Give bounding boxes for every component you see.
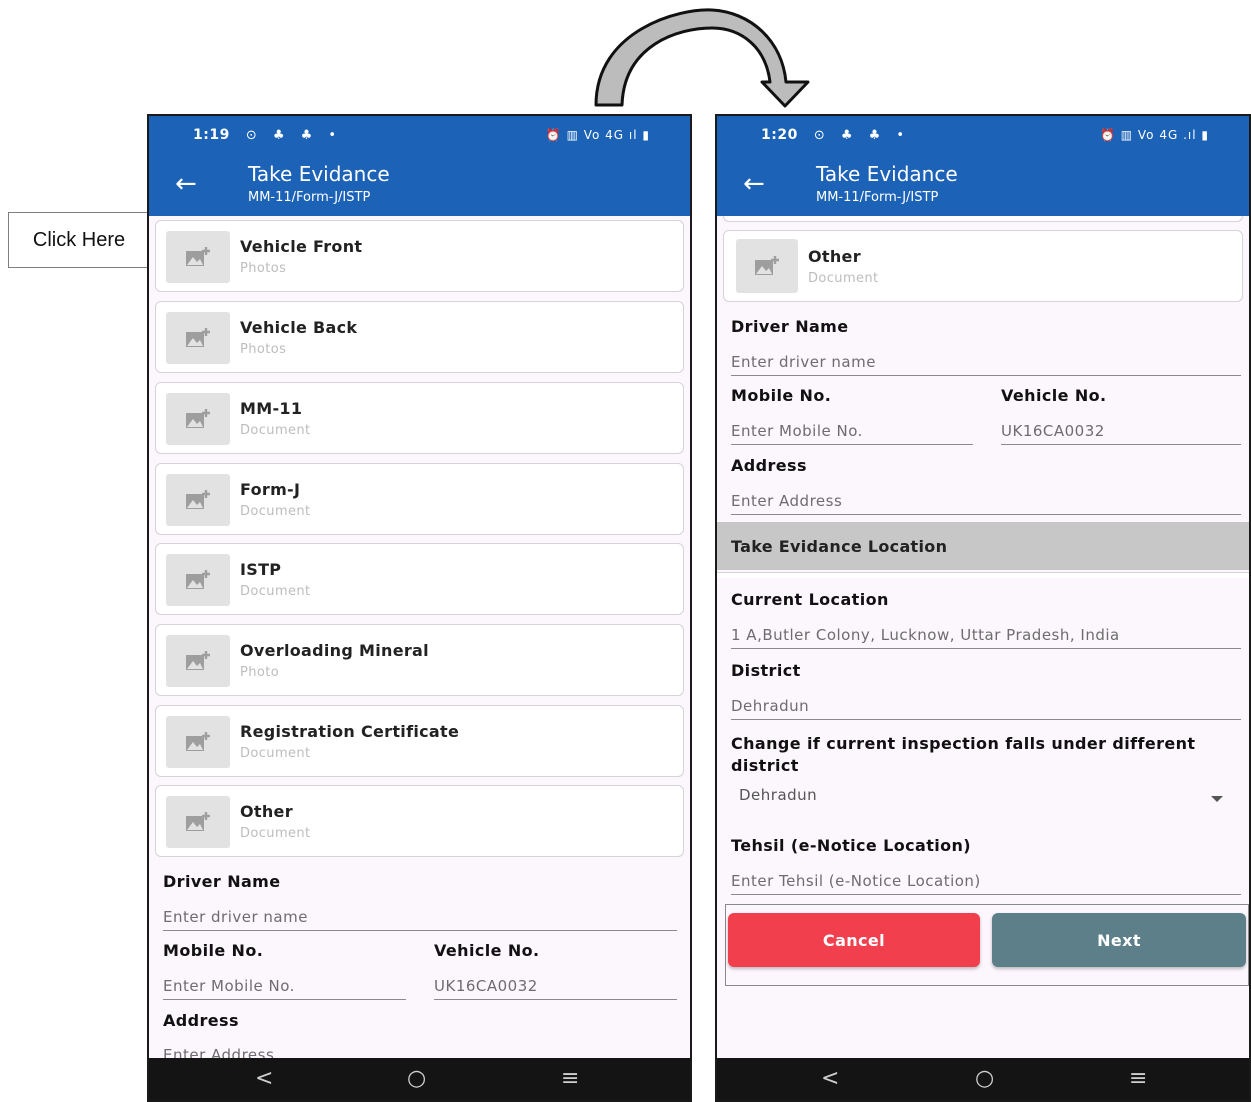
address-label: Address [163,1011,239,1030]
action-buttons-highlight: Cancel Next [725,904,1249,986]
add-image-icon[interactable] [166,231,230,283]
tehsil-input[interactable]: Enter Tehsil (e-Notice Location) [731,872,1241,895]
vehicle-label: Vehicle No. [1001,386,1107,405]
district-field[interactable]: Dehradun [731,697,1241,720]
app-bar: ← Take Evidance MM-11/Form-J/ISTP [717,154,1249,216]
phone-screen-before: 1:19 ⊙ ♣ ♣ • ⏰ ▥ Vo 4G ıl ▮ ← Take Evida… [147,114,692,1102]
add-image-icon[interactable] [166,554,230,606]
section-divider [717,572,1249,578]
status-bar: 1:19 ⊙ ♣ ♣ • ⏰ ▥ Vo 4G ıl ▮ [149,116,690,154]
card-sublabel: Photo [240,665,280,680]
notification-icons: ⊙ ♣ ♣ • [813,127,911,143]
location-section-title: Take Evidance Location [731,536,948,556]
nav-home-icon[interactable]: ○ [407,1066,426,1091]
nav-back-icon[interactable]: < [821,1066,839,1091]
address-input[interactable]: Enter Address [731,492,1241,515]
upload-card-vehicle-front[interactable]: Vehicle Front Photos [155,220,684,292]
address-label: Address [731,456,807,475]
card-label: MM-11 [240,399,303,418]
system-nav-bar: < ○ ≡ [717,1058,1249,1100]
driver-name-input[interactable]: Enter driver name [731,353,1241,376]
card-label: Registration Certificate [240,722,460,741]
card-label: Vehicle Front [240,237,363,256]
upload-card-other[interactable]: Other Document [723,230,1243,302]
card-label: Form-J [240,480,301,499]
nav-recents-icon[interactable]: ≡ [1129,1066,1147,1091]
system-icons: ⏰ ▥ Vo 4G .ıl ▮ [1100,128,1209,142]
upload-card-mm-11[interactable]: MM-11 Document [155,382,684,454]
evidence-form: Vehicle Front Photos Vehicle Back Photos… [149,216,690,1058]
driver-name-input[interactable]: Enter driver name [163,908,677,931]
driver-name-label: Driver Name [163,872,281,891]
vehicle-input[interactable]: UK16CA0032 [1001,422,1241,445]
vehicle-input[interactable]: UK16CA0032 [434,977,677,1000]
card-label: Vehicle Back [240,318,358,337]
nav-back-icon[interactable]: < [255,1066,273,1091]
phone-screen-after: 1:20 ⊙ ♣ ♣ • ⏰ ▥ Vo 4G .ıl ▮ ← Take Evid… [715,114,1251,1102]
current-location-field[interactable]: 1 A,Butler Colony, Lucknow, Uttar Prades… [731,626,1241,649]
add-image-icon[interactable] [166,716,230,768]
card-sublabel: Document [808,271,879,286]
card-label: Other [240,802,293,821]
upload-card-vehicle-back[interactable]: Vehicle Back Photos [155,301,684,373]
page-subtitle: MM-11/Form-J/ISTP [816,190,939,205]
mobile-input[interactable]: Enter Mobile No. [731,422,973,445]
mobile-label: Mobile No. [163,941,264,960]
upload-card-registration-certificate[interactable]: Registration Certificate Document [155,705,684,777]
current-location-label: Current Location [731,590,889,609]
dropdown-arrow-icon[interactable] [1211,796,1223,802]
address-input[interactable]: Enter Address [163,1046,677,1058]
card-sublabel: Document [240,423,311,438]
vehicle-label: Vehicle No. [434,941,540,960]
previous-card-edge [723,216,1243,222]
card-label: ISTP [240,560,282,579]
status-time: 1:20 [761,127,798,143]
card-sublabel: Photos [240,261,287,276]
mobile-label: Mobile No. [731,386,832,405]
page-title: Take Evidance [816,162,958,186]
change-district-label: Change if current inspection falls under… [731,734,1196,775]
location-section-header: Take Evidance Location [717,522,1249,570]
add-image-icon[interactable] [166,312,230,364]
add-image-icon[interactable] [166,393,230,445]
driver-name-label: Driver Name [731,317,849,336]
status-bar: 1:20 ⊙ ♣ ♣ • ⏰ ▥ Vo 4G .ıl ▮ [717,116,1249,154]
next-button[interactable]: Next [992,913,1246,967]
add-image-icon[interactable] [166,474,230,526]
district-label: District [731,661,801,680]
upload-card-istp[interactable]: ISTP Document [155,543,684,615]
card-sublabel: Photos [240,342,287,357]
system-nav-bar: < ○ ≡ [149,1058,690,1100]
add-image-icon[interactable] [166,635,230,687]
callout-text: Click Here [32,228,126,251]
upload-card-overloading-mineral[interactable]: Overloading Mineral Photo [155,624,684,696]
system-icons: ⏰ ▥ Vo 4G ıl ▮ [545,128,650,142]
app-bar: ← Take Evidance MM-11/Form-J/ISTP [149,154,690,216]
add-image-icon[interactable] [166,796,230,848]
nav-home-icon[interactable]: ○ [975,1066,994,1091]
card-sublabel: Document [240,826,311,841]
card-sublabel: Document [240,584,311,599]
card-sublabel: Document [240,504,311,519]
evidence-form-scrolled: Other Document Driver Name Enter driver … [717,216,1249,1058]
upload-card-form-j[interactable]: Form-J Document [155,463,684,535]
click-here-callout: Click Here [8,212,150,268]
back-arrow-icon[interactable]: ← [175,170,197,198]
card-label: Overloading Mineral [240,641,429,660]
cancel-button[interactable]: Cancel [728,913,980,967]
page-subtitle: MM-11/Form-J/ISTP [248,190,371,205]
mobile-input[interactable]: Enter Mobile No. [163,977,406,1000]
page-title: Take Evidance [248,162,390,186]
card-label: Other [808,247,861,266]
add-image-icon[interactable] [736,239,798,293]
upload-card-other[interactable]: Other Document [155,785,684,857]
card-sublabel: Document [240,746,311,761]
back-arrow-icon[interactable]: ← [743,170,765,198]
district-dropdown-value: Dehradun [739,786,818,804]
notification-icons: ⊙ ♣ ♣ • [245,127,343,143]
nav-recents-icon[interactable]: ≡ [561,1066,579,1091]
district-dropdown[interactable]: Dehradun [731,784,1241,812]
status-time: 1:19 [193,127,230,143]
tehsil-label: Tehsil (e-Notice Location) [731,836,972,855]
